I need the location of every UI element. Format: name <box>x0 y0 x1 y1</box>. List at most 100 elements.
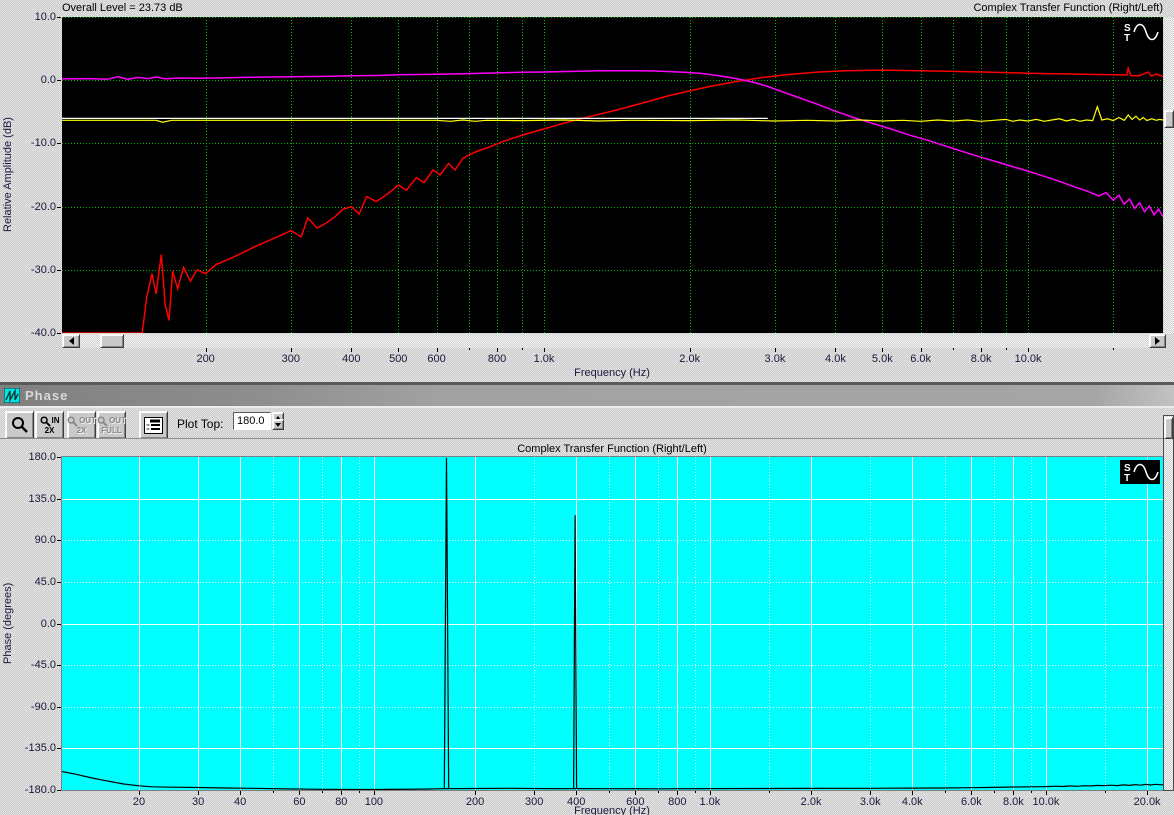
phase-x-tick-label: 40 <box>234 796 247 808</box>
y-axis-tick <box>57 143 61 144</box>
magnifier-out-full-icon <box>97 415 108 427</box>
right-arrow-icon <box>1155 337 1160 345</box>
spin-down-button[interactable] <box>272 419 284 430</box>
y-axis-tick <box>57 17 61 18</box>
y-axis-tick <box>57 540 61 541</box>
amplitude-x-tick-label: 8.0k <box>970 353 992 365</box>
y-axis-tick <box>57 499 61 500</box>
phase-x-tick-label: 80 <box>335 796 348 808</box>
magnifier-in-icon <box>39 415 51 427</box>
x-axis-tick <box>341 791 342 795</box>
yellow-trace <box>62 104 1163 123</box>
phase-titlebar[interactable]: Phase <box>0 385 1174 406</box>
x-axis-tick <box>609 791 610 793</box>
amplitude-x-tick-label: 600 <box>427 353 446 365</box>
x-axis-tick <box>534 791 535 795</box>
y-axis-tick <box>57 707 61 708</box>
overall-level-readout: Overall Level = 23.73 dB <box>62 2 183 14</box>
x-axis-tick <box>497 348 498 352</box>
x-axis-tick <box>971 791 972 795</box>
magnifier-out-icon <box>67 415 78 427</box>
amplitude-x-tick-label: 400 <box>342 353 361 365</box>
y-axis-tick <box>57 270 61 271</box>
phase-x-tick-label: 800 <box>668 796 687 808</box>
amplitude-h-scrollbar[interactable] <box>62 334 1166 348</box>
phase-x-tick-label: 10.0k <box>1032 796 1060 808</box>
zoom-in-2x-button[interactable]: IN 2X <box>35 411 64 439</box>
x-axis-tick <box>1031 791 1032 793</box>
amplitude-plot-title: Complex Transfer Function (Right/Left) <box>973 2 1163 14</box>
x-axis-tick <box>677 791 678 795</box>
phase-window-title: Phase <box>25 388 69 403</box>
h-scroll-thumb[interactable] <box>100 334 124 348</box>
x-axis-tick <box>475 791 476 795</box>
x-axis-tick <box>1105 791 1106 793</box>
amplitude-x-tick-label: 4.0k <box>825 353 846 365</box>
phase-x-tick-label: 20 <box>132 796 146 808</box>
x-axis-tick <box>240 791 241 795</box>
phase-v-scroll-thumb[interactable] <box>1164 417 1173 439</box>
x-axis-tick <box>322 791 323 793</box>
phase-x-tick-label: 4.0k <box>901 796 923 808</box>
phase-v-scrollbar[interactable] <box>1163 415 1174 791</box>
spectraplus-window: Overall Level = 23.73 dB Complex Transfe… <box>0 0 1174 815</box>
amplitude-x-tick-label: 500 <box>389 353 408 365</box>
options-dialog-icon <box>144 416 163 434</box>
amplitude-v-scrollbar[interactable] <box>1164 17 1174 334</box>
x-axis-tick <box>206 348 207 352</box>
phase-x-tick-label: 300 <box>525 796 544 808</box>
x-axis-tick <box>635 791 636 795</box>
amplitude-x-tick-label: 6.0k <box>910 353 932 365</box>
plot-options-button[interactable] <box>139 411 168 439</box>
phase-x-tick-label: 8.0k <box>1002 796 1024 808</box>
x-axis-tick <box>981 348 982 352</box>
phase-y-tick-label: 180.0 <box>28 451 56 463</box>
scroll-left-button[interactable] <box>62 334 80 348</box>
amplitude-x-tick-label: 300 <box>281 353 301 365</box>
zoom-out-full-label-top: OUT <box>109 416 126 425</box>
amplitude-x-axis-title: Frequency (Hz) <box>574 367 650 379</box>
x-axis-tick <box>921 348 922 352</box>
x-axis-tick <box>1006 348 1007 350</box>
x-axis-tick <box>775 348 776 352</box>
amplitude-y-tick-label: 10.0 <box>34 11 56 23</box>
x-axis-tick <box>1046 791 1047 795</box>
phase-x-tick-label: 600 <box>626 796 645 808</box>
phase-x-tick-label: 2.0k <box>800 796 822 808</box>
spectraplus-logo: S T <box>1120 460 1160 484</box>
x-axis-tick <box>710 791 711 795</box>
x-axis-tick <box>398 348 399 352</box>
magnifier-icon <box>11 417 28 433</box>
x-axis-tick <box>912 791 913 795</box>
x-axis-tick <box>1113 348 1114 350</box>
left-arrow-icon <box>68 337 74 345</box>
zoom-button[interactable] <box>5 411 34 439</box>
phase-plot-title: Complex Transfer Function (Right/Left) <box>517 443 707 455</box>
x-axis-tick <box>291 348 292 352</box>
zoom-in-label-top: IN <box>51 416 60 425</box>
scroll-right-button[interactable] <box>1149 334 1166 348</box>
spectraplus-logo: S T <box>1120 20 1160 44</box>
x-axis-tick <box>835 348 836 352</box>
x-axis-tick <box>882 348 883 352</box>
x-axis-tick <box>1028 348 1029 352</box>
plot-top-spinner <box>272 412 284 430</box>
phase-x-tick-label: 30 <box>192 796 205 808</box>
zoom-out-label-top: OUT <box>79 416 96 425</box>
phase-y-tick-label: -180.0 <box>24 784 56 796</box>
x-axis-tick <box>198 791 199 795</box>
phase-plot[interactable]: S T <box>61 456 1164 791</box>
x-axis-tick <box>870 791 871 795</box>
titlebar-highlight <box>0 406 1174 408</box>
amplitude-x-tick-label: 1.0k <box>533 353 555 365</box>
amplitude-x-tick-label: 2.0k <box>679 353 701 365</box>
amplitude-y-tick-label: -20.0 <box>30 200 56 213</box>
red-trace <box>62 65 1163 333</box>
phase-window-icon <box>4 388 20 403</box>
phase-chart <box>62 457 1163 790</box>
amplitude-v-scroll-thumb[interactable] <box>1164 110 1174 128</box>
x-axis-tick <box>994 791 995 793</box>
amplitude-plot[interactable]: S T <box>62 17 1163 333</box>
plot-top-input[interactable] <box>233 412 271 430</box>
y-axis-tick <box>57 333 61 334</box>
